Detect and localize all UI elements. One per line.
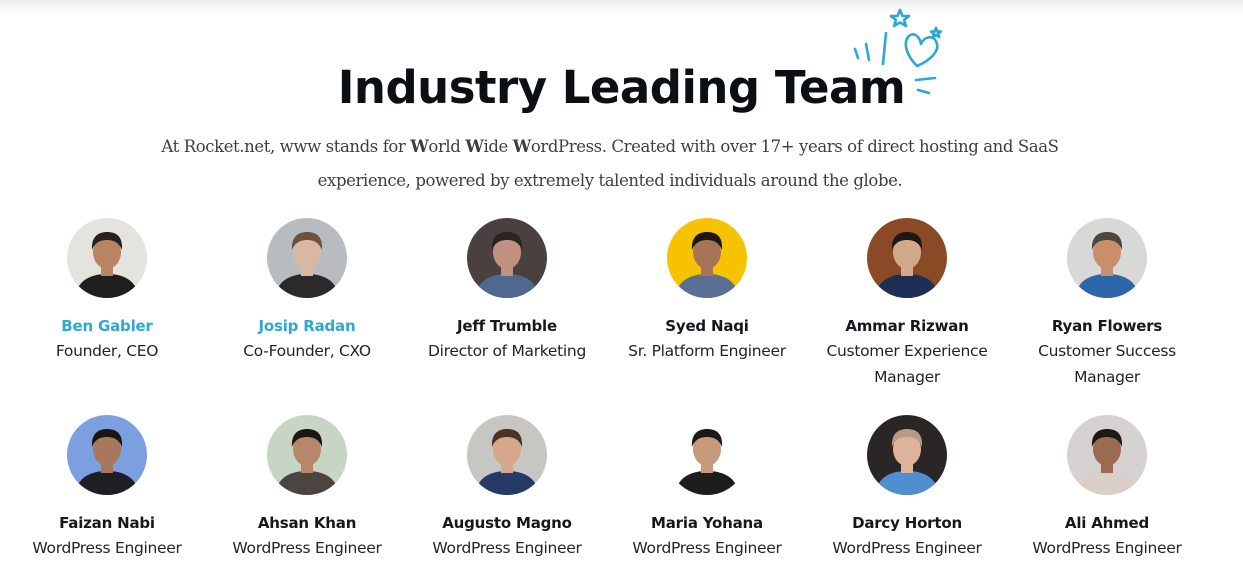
member-role: Customer Experience Manager — [826, 342, 988, 386]
team-member: Jeff Trumble Director of Marketing — [407, 218, 607, 390]
member-role: WordPress Engineer — [832, 539, 982, 557]
avatar — [467, 415, 547, 495]
person-portrait-icon — [67, 218, 147, 298]
person-portrait-icon — [467, 415, 547, 495]
team-member: Ali Ahmed WordPress Engineer — [1007, 415, 1207, 561]
avatar — [1067, 415, 1147, 495]
member-name: Augusto Magno — [442, 514, 572, 532]
team-grid-row-1: Ben Gabler Founder, CEO Josip Radan Co-F… — [7, 218, 1207, 390]
person-portrait-icon — [667, 415, 747, 495]
member-role: Director of Marketing — [427, 342, 586, 360]
avatar — [667, 218, 747, 298]
team-member: Syed Naqi Sr. Platform Engineer — [607, 218, 807, 390]
team-member: Josip Radan Co-Founder, CXO — [207, 218, 407, 390]
person-portrait-icon — [867, 415, 947, 495]
avatar — [867, 218, 947, 298]
avatar[interactable] — [267, 218, 347, 298]
member-name: Ahsan Khan — [257, 514, 357, 532]
avatar — [867, 415, 947, 495]
member-name: Syed Naqi — [665, 317, 749, 335]
member-name: Ali Ahmed — [1064, 514, 1150, 532]
member-role: Co-Founder, CXO — [243, 342, 371, 360]
member-name: Jeff Trumble — [457, 317, 557, 335]
person-portrait-icon — [1067, 218, 1147, 298]
member-role: Sr. Platform Engineer — [628, 342, 786, 360]
member-name: Ryan Flowers — [1051, 317, 1163, 335]
section-subtitle: At Rocket.net, www stands for World Wide… — [161, 137, 1059, 190]
member-name-link[interactable]: Josip Radan — [259, 317, 356, 335]
member-role: WordPress Engineer — [32, 539, 182, 557]
avatar — [267, 415, 347, 495]
avatar — [467, 218, 547, 298]
avatar[interactable] — [67, 218, 147, 298]
person-portrait-icon — [867, 218, 947, 298]
team-member: Ammar Rizwan Customer Experience Manager — [807, 218, 1007, 390]
team-member: Maria Yohana WordPress Engineer — [607, 415, 807, 561]
person-portrait-icon — [667, 218, 747, 298]
member-name: Maria Yohana — [651, 514, 763, 532]
member-role: WordPress Engineer — [632, 539, 782, 557]
team-member: Ben Gabler Founder, CEO — [7, 218, 207, 390]
member-role: Customer Success Manager — [1038, 342, 1176, 386]
avatar — [667, 415, 747, 495]
member-role: Founder, CEO — [55, 342, 159, 360]
team-member: Ryan Flowers Customer Success Manager — [1007, 218, 1207, 390]
team-member: Faizan Nabi WordPress Engineer — [7, 415, 207, 561]
person-portrait-icon — [67, 415, 147, 495]
person-portrait-icon — [467, 218, 547, 298]
team-member: Ahsan Khan WordPress Engineer — [207, 415, 407, 561]
person-portrait-icon — [267, 218, 347, 298]
team-member: Augusto Magno WordPress Engineer — [407, 415, 607, 561]
team-grid-row-2: Faizan Nabi WordPress Engineer Ahsan Kha… — [7, 415, 1207, 561]
person-portrait-icon — [1067, 415, 1147, 495]
header-shadow — [0, 0, 1243, 18]
avatar — [1067, 218, 1147, 298]
member-role: WordPress Engineer — [1032, 539, 1182, 557]
member-name: Ammar Rizwan — [845, 317, 969, 335]
heart-stars-doodle-icon — [853, 8, 943, 95]
team-member: Darcy Horton WordPress Engineer — [807, 415, 1007, 561]
member-name: Faizan Nabi — [59, 514, 155, 532]
person-portrait-icon — [267, 415, 347, 495]
member-role: WordPress Engineer — [232, 539, 382, 557]
member-role: WordPress Engineer — [432, 539, 582, 557]
member-name-link[interactable]: Ben Gabler — [61, 317, 153, 335]
avatar — [67, 415, 147, 495]
section-title: Industry Leading Team — [337, 61, 906, 114]
member-name: Darcy Horton — [852, 514, 962, 532]
